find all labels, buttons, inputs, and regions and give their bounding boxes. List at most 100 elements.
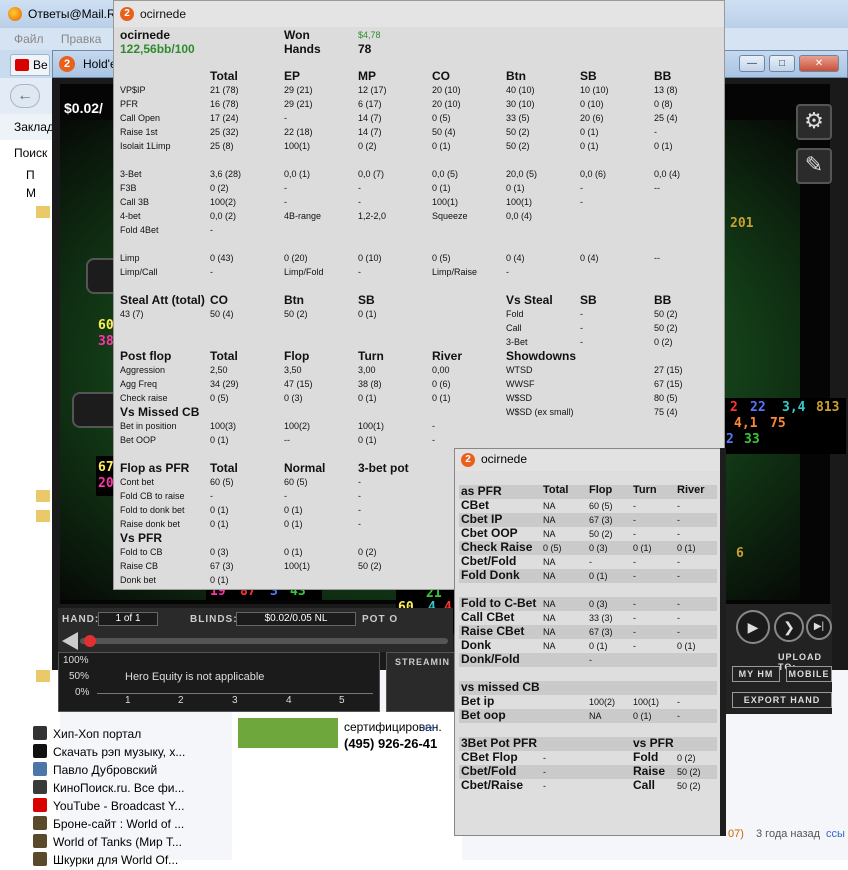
progress-track[interactable] bbox=[80, 638, 448, 644]
graph-y-label: 100% bbox=[63, 655, 89, 666]
progress-handle[interactable] bbox=[84, 635, 96, 647]
footer-text: 3 года назад bbox=[756, 828, 821, 840]
stat-value: NA bbox=[543, 501, 556, 511]
stat-value: 50 (2) bbox=[284, 309, 308, 319]
stat-value: - bbox=[633, 501, 636, 511]
pot-label: POT O bbox=[362, 614, 399, 625]
hud-stat: 2 bbox=[730, 400, 738, 415]
sidebar-link-label: Шкурки для World Of... bbox=[53, 853, 179, 867]
back-button[interactable]: ← bbox=[10, 84, 40, 108]
playback-controls: ▶ ❯ ▶| UPLOAD TO: MY HM MOBILE EXPORT HA… bbox=[720, 604, 832, 714]
stat-value: -- bbox=[654, 183, 660, 193]
sidebar-link[interactable]: Броне-сайт : World of ... bbox=[33, 816, 203, 834]
section-title: Steal Att (total) bbox=[120, 293, 205, 307]
stat-value: 67 (15) bbox=[654, 379, 683, 389]
column-header: as PFR bbox=[461, 484, 502, 498]
sidebar-link[interactable]: YouTube - Broadcast Y... bbox=[33, 798, 203, 816]
stat-value: 10 (10) bbox=[580, 85, 609, 95]
stat-label: Cbet/Fold bbox=[461, 764, 517, 778]
sidebar-link[interactable]: Павло Дубровский bbox=[33, 762, 203, 780]
sidebar-link-label: Хип-Хоп портал bbox=[53, 727, 142, 741]
pencil-icon[interactable]: ✎ bbox=[796, 148, 832, 184]
stat-value: 100(1) bbox=[432, 197, 459, 207]
stat-value: 0 (4) bbox=[580, 253, 599, 263]
vaio-banner[interactable] bbox=[238, 718, 338, 748]
stat-value: NA bbox=[543, 557, 556, 567]
stat-value: 0 (2) bbox=[210, 183, 229, 193]
tank-icon bbox=[33, 852, 47, 866]
replay-bar: HAND: 1 of 1 BLINDS: $0.02/0.05 NL POT O bbox=[58, 608, 453, 652]
sidebar-link[interactable]: КиноПоиск.ru. Все фи... bbox=[33, 780, 203, 798]
stat-value: 0 (2) bbox=[677, 753, 696, 763]
stat-value: 6 (17) bbox=[358, 99, 382, 109]
tree-item[interactable]: П bbox=[26, 168, 35, 182]
mobile-button[interactable]: MOBILE bbox=[786, 666, 832, 682]
tank-icon bbox=[33, 834, 47, 848]
stat-value: 25 (8) bbox=[210, 141, 234, 151]
section-title: Vs PFR bbox=[120, 531, 163, 545]
minimize-button[interactable]: — bbox=[739, 55, 765, 72]
youtube-icon bbox=[33, 798, 47, 812]
stat-label: 3-Bet bbox=[120, 169, 142, 179]
footer-link[interactable]: ссы bbox=[826, 828, 845, 840]
tree-item[interactable]: М bbox=[26, 186, 36, 200]
ad-more-link[interactable]: »» bbox=[422, 720, 435, 734]
stat-value: 0 (1) bbox=[210, 519, 229, 529]
stat-label: Cbet IP bbox=[461, 512, 503, 526]
maximize-button[interactable]: □ bbox=[769, 55, 795, 72]
folder-icon bbox=[36, 206, 50, 218]
stat-value: - bbox=[633, 529, 636, 539]
stat-value: 0 (1) bbox=[358, 309, 377, 319]
sidebar-link[interactable]: Скачать рэп музыку, х... bbox=[33, 744, 203, 762]
skip-end-icon[interactable]: ▶| bbox=[806, 614, 832, 640]
sidebar-link[interactable]: World of Tanks (Мир Т... bbox=[33, 834, 203, 852]
stat-value: - bbox=[432, 421, 435, 431]
stat-value: 50 (2) bbox=[654, 309, 678, 319]
stat-value: 0 (1) bbox=[506, 183, 525, 193]
stat-value: - bbox=[677, 627, 680, 637]
graph-x-label: 2 bbox=[178, 695, 184, 706]
stat-label: Donk bbox=[461, 638, 491, 652]
blinds-label: BLINDS: bbox=[190, 614, 238, 625]
hud-stat: 75 bbox=[770, 416, 786, 431]
bookmarks-menu[interactable]: Заклад bbox=[0, 114, 60, 140]
menu-file[interactable]: Файл bbox=[14, 32, 44, 46]
play-icon[interactable]: ▶ bbox=[736, 610, 770, 644]
hud-stat: 813 bbox=[816, 400, 840, 415]
stat-value: 0 (2) bbox=[358, 141, 377, 151]
streaming-panel[interactable]: STREAMIN bbox=[386, 652, 456, 712]
stat-label: Bet ip bbox=[461, 694, 495, 708]
next-icon[interactable]: ❯ bbox=[774, 612, 804, 642]
gear-icon[interactable]: ⚙ bbox=[796, 104, 832, 140]
my-hm-button[interactable]: MY HM bbox=[732, 666, 780, 682]
export-hand-button[interactable]: EXPORT HAND bbox=[732, 692, 832, 708]
hud-stat: 3,4 bbox=[782, 400, 806, 415]
sidebar-link[interactable]: Шкурки для World Of... bbox=[33, 852, 203, 870]
stat-value: - bbox=[677, 515, 680, 525]
stat-value: 80 (5) bbox=[654, 393, 678, 403]
column-header: CO bbox=[210, 293, 228, 307]
hud-stat: 67 bbox=[98, 460, 114, 475]
stat-value: - bbox=[633, 613, 636, 623]
stat-value: 75 (4) bbox=[654, 407, 678, 417]
browser-tab[interactable]: Ве bbox=[10, 54, 50, 76]
stat-value: 50 (4) bbox=[432, 127, 456, 137]
section-title: vs missed CB bbox=[461, 680, 540, 694]
stat-value: 50 (2) bbox=[677, 781, 701, 791]
stat-value: Squeeze bbox=[432, 211, 468, 221]
close-button[interactable]: ✕ bbox=[799, 55, 839, 72]
rewind-icon[interactable] bbox=[62, 632, 78, 650]
sidebar-link[interactable]: Хип-Хоп портал bbox=[33, 726, 203, 744]
stat-label: Cont bet bbox=[120, 477, 155, 487]
stat-label: F3B bbox=[120, 183, 137, 193]
stat-value: 0 (2) bbox=[358, 547, 377, 557]
column-header: River bbox=[432, 349, 463, 363]
stat-value: 29 (21) bbox=[284, 85, 313, 95]
stat-value: 0,0 (7) bbox=[358, 169, 385, 179]
sidebar-link-label: Броне-сайт : World of ... bbox=[53, 817, 185, 831]
youtube-icon bbox=[15, 59, 29, 71]
popup-scrollbar[interactable] bbox=[720, 448, 726, 836]
browser-tab-label: Ве bbox=[33, 58, 48, 72]
stat-value: 20,0 (5) bbox=[506, 169, 538, 179]
menu-edit[interactable]: Правка bbox=[61, 32, 102, 46]
